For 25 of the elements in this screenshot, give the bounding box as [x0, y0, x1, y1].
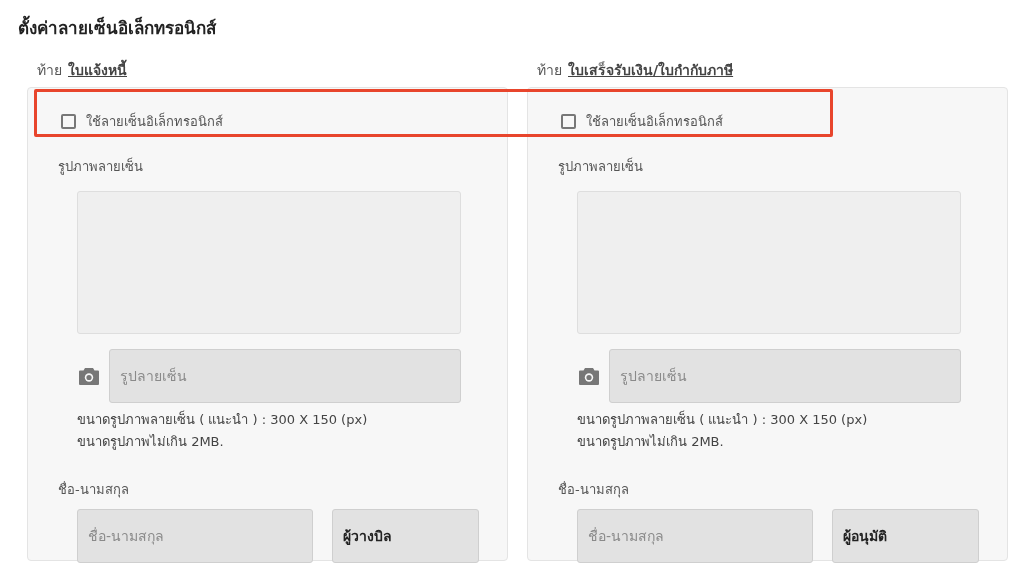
document-name: ใบเสร็จรับเงิน/ใบกำกับภาษี — [568, 60, 734, 80]
section-prefix: ท้าย — [537, 61, 562, 80]
image-field[interactable]: รูปลายเซ็น — [609, 349, 961, 403]
page-title: ตั้งค่าลายเซ็นอิเล็กทรอนิกส์ — [18, 14, 1008, 41]
hint-text: ขนาดรูปภาพไม่เกิน 2MB. — [577, 433, 725, 452]
camera-icon[interactable] — [79, 367, 99, 385]
field-label: รูปภาพลายเซ็น — [558, 156, 644, 177]
document-name: ใบแจ้งหนี้ — [68, 59, 127, 81]
image-field[interactable]: รูปลายเซ็น — [109, 349, 461, 403]
name-field[interactable]: ชื่อ-นามสกุล — [577, 509, 813, 563]
checkbox[interactable] — [561, 113, 576, 129]
checkbox[interactable] — [61, 113, 76, 129]
field-label: ชื่อ-นามสกุล — [558, 480, 630, 500]
field-label: รูปภาพลายเซ็น — [58, 156, 144, 177]
role-field[interactable]: ผู้อนุมัติ — [832, 509, 979, 563]
role-field[interactable]: ผู้วางบิล — [332, 509, 479, 563]
hint-text: ขนาดรูปภาพไม่เกิน 2MB. — [77, 433, 225, 452]
hint-text: ขนาดรูปภาพลายเซ็น ( แนะนำ ) : 300 X 150 (px) — [577, 409, 869, 430]
section-prefix: ท้าย — [37, 61, 62, 80]
checkbox-label[interactable]: ใช้ลายเซ็นอิเล็กทรอนิกส์ — [586, 110, 723, 132]
field-label: ชื่อ-นามสกุล — [58, 480, 130, 500]
checkbox-label[interactable]: ใช้ลายเซ็นอิเล็กทรอนิกส์ — [86, 110, 223, 132]
name-field[interactable]: ชื่อ-นามสกุล — [77, 509, 313, 563]
hint-text: ขนาดรูปภาพลายเซ็น ( แนะนำ ) : 300 X 150 (px) — [77, 409, 369, 430]
camera-icon[interactable] — [579, 367, 599, 385]
